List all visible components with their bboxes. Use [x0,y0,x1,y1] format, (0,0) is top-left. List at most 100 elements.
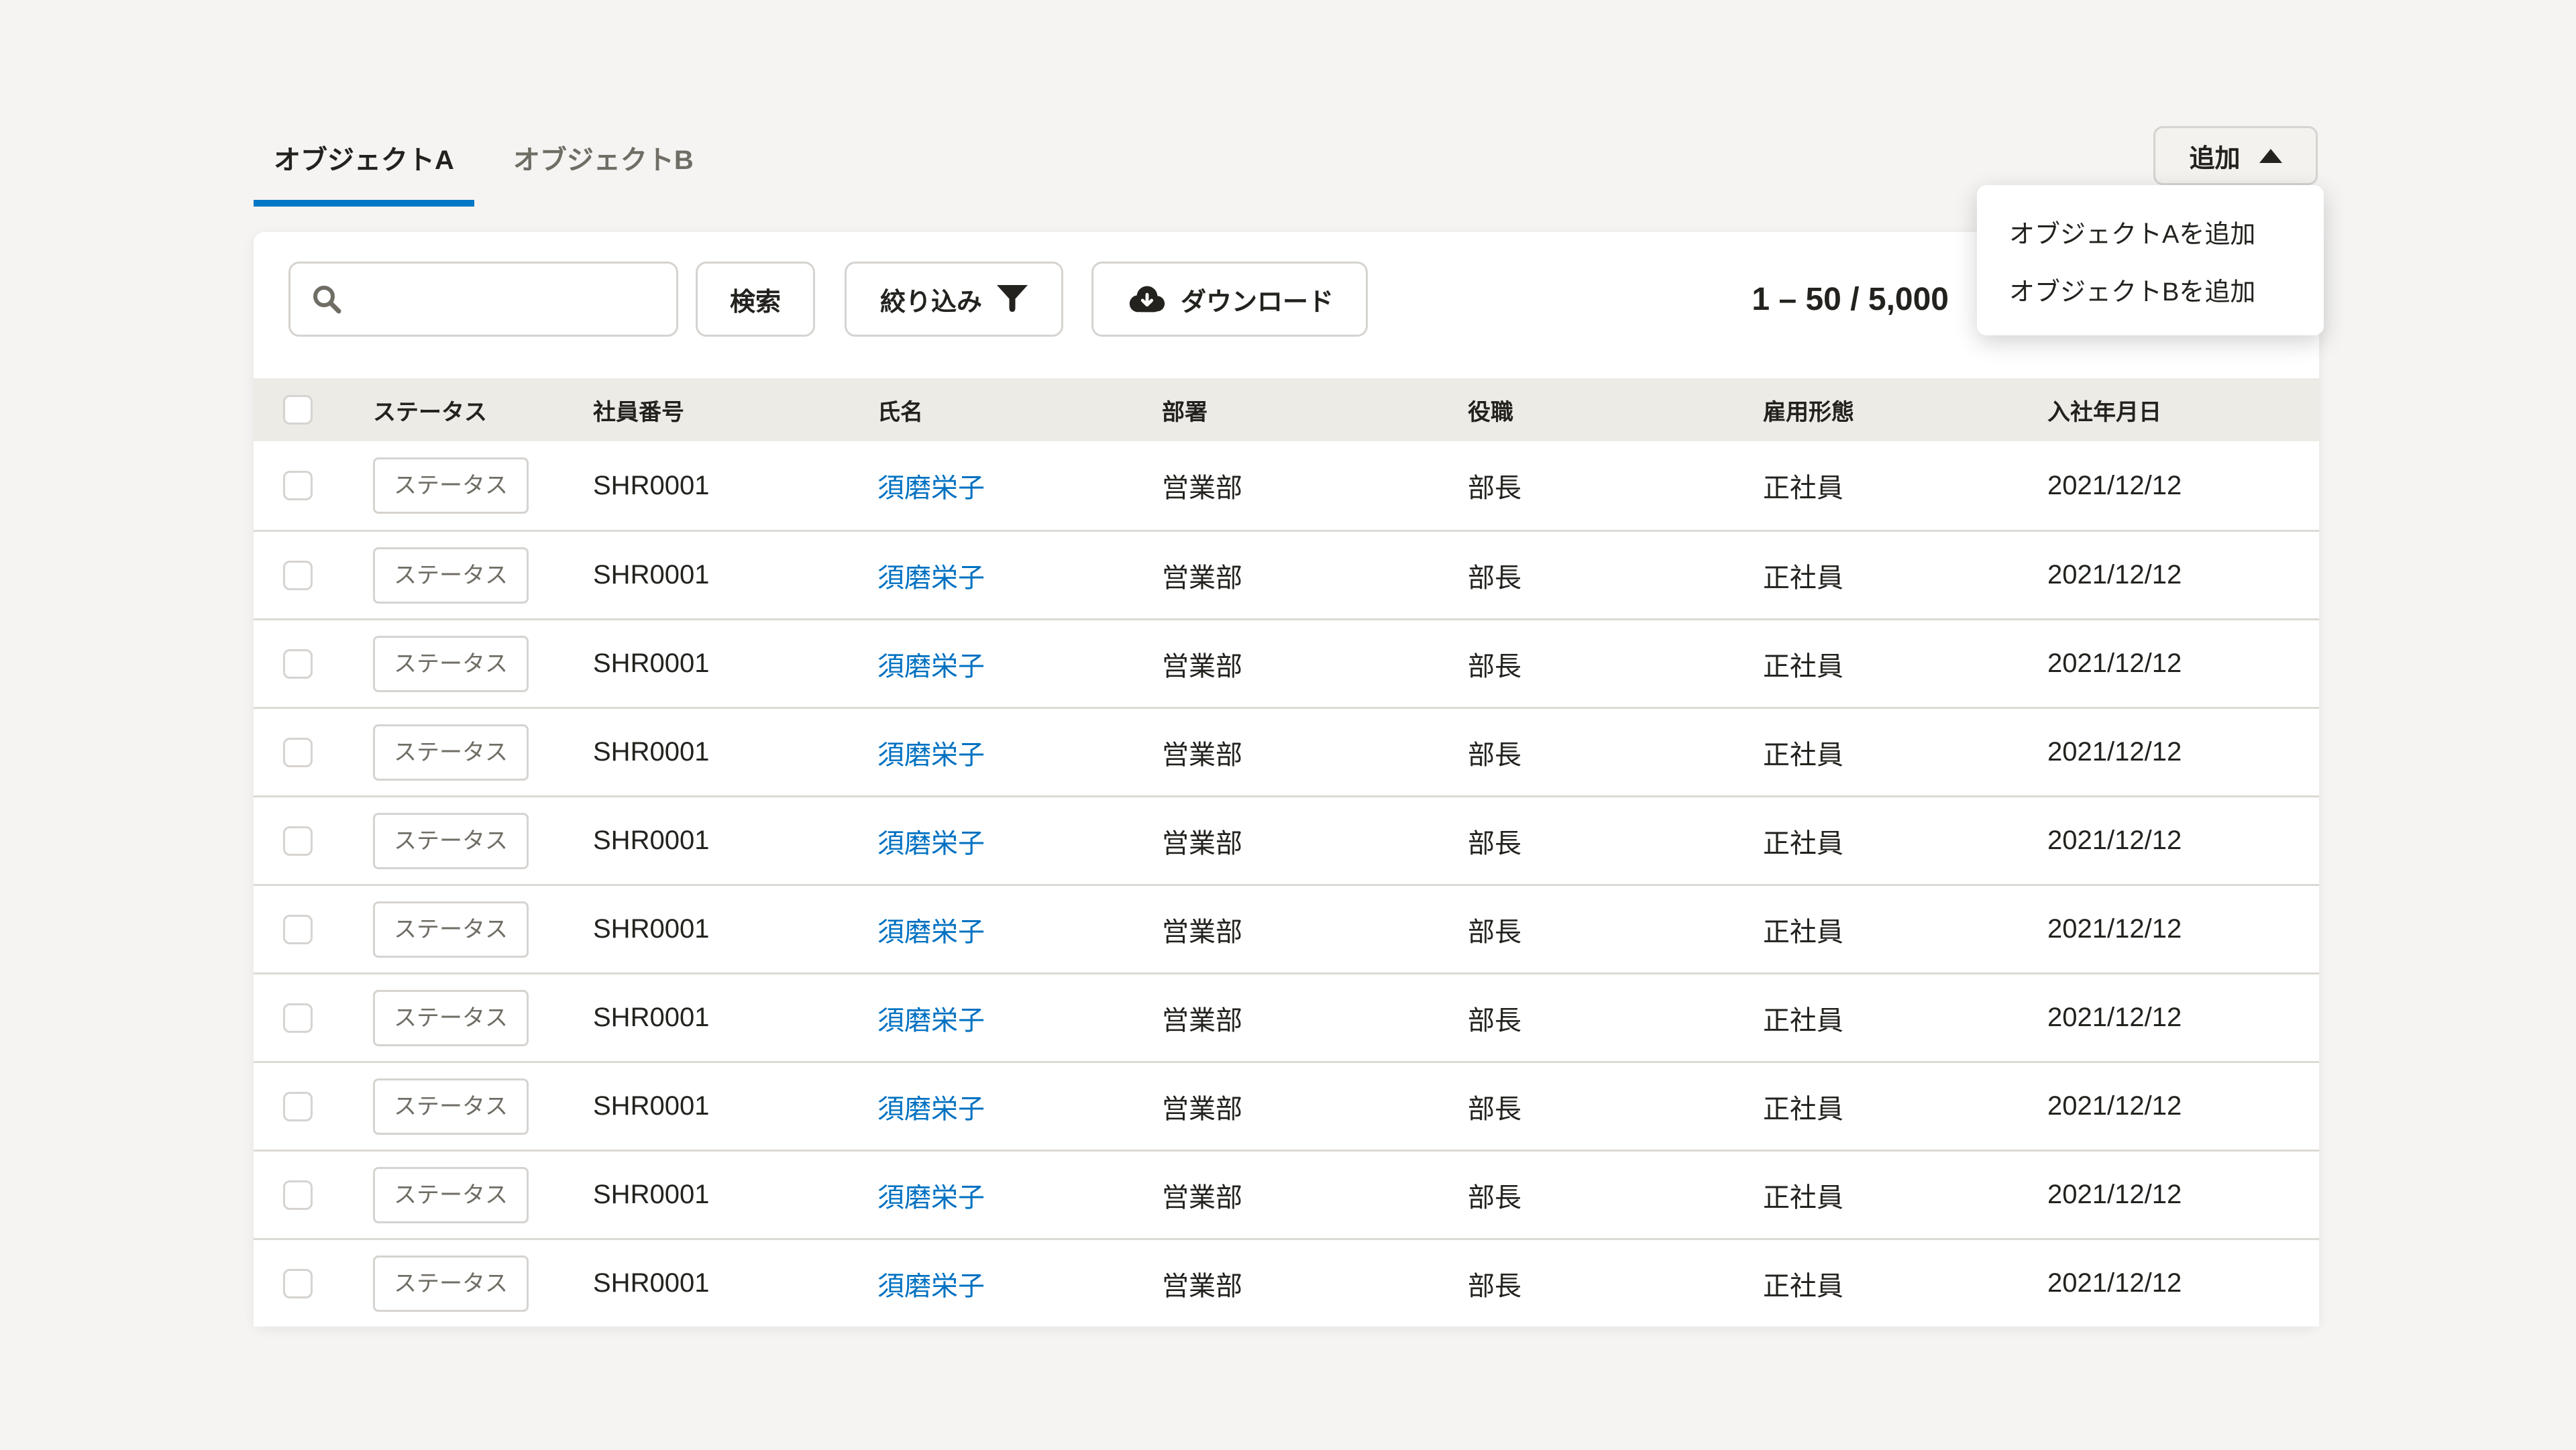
employee-name-link[interactable]: 須磨栄子 [877,910,985,949]
employee-id-cell: SHR0001 [568,737,852,767]
hire-date-cell: 2021/12/12 [2022,560,2319,590]
row-checkbox-cell [254,1269,347,1298]
name-cell: 須磨栄子 [852,1176,1136,1215]
name-cell: 須磨栄子 [852,1264,1136,1303]
add-button[interactable]: 追加 [2153,126,2318,185]
employee-id-cell: SHR0001 [568,560,852,590]
row-checkbox[interactable] [283,738,313,767]
employee-name-link[interactable]: 須磨栄子 [877,466,985,505]
status-cell: ステータス [347,547,568,604]
result-count: 1 – 50 / 5,000 [1752,281,1949,318]
row-checkbox[interactable] [283,561,313,590]
employee-name-link[interactable]: 須磨栄子 [877,1264,985,1303]
name-cell: 須磨栄子 [852,910,1136,949]
department-cell: 営業部 [1136,1176,1442,1215]
position-cell: 部長 [1442,999,1737,1038]
employee-name-link[interactable]: 須磨栄子 [877,999,985,1038]
employment-type-cell: 正社員 [1737,556,2022,595]
table-row: ステータス SHR0001 須磨栄子 営業部 部長 正社員 2021/12/12 [254,707,2319,795]
tab-object-a[interactable]: オブジェクトA [254,138,474,207]
employee-name-link[interactable]: 須磨栄子 [877,556,985,595]
employment-type-cell: 正社員 [1737,1087,2022,1126]
row-checkbox[interactable] [283,1092,313,1121]
row-checkbox[interactable] [283,1269,313,1298]
employee-name-link[interactable]: 須磨栄子 [877,645,985,683]
position-cell: 部長 [1442,466,1737,505]
employee-name-link[interactable]: 須磨栄子 [877,1087,985,1126]
search-input[interactable] [355,284,663,315]
table-row: ステータス SHR0001 須磨栄子 営業部 部長 正社員 2021/12/12 [254,618,2319,707]
status-badge: ステータス [373,636,529,692]
status-cell: ステータス [347,457,568,514]
table-body: ステータス SHR0001 須磨栄子 営業部 部長 正社員 2021/12/12… [254,441,2319,1327]
table-row: ステータス SHR0001 須磨栄子 営業部 部長 正社員 2021/12/12 [254,972,2319,1061]
column-header-department: 部署 [1136,394,1442,427]
department-cell: 営業部 [1136,466,1442,505]
status-badge: ステータス [373,1078,529,1135]
column-header-hire-date: 入社年月日 [2022,394,2319,427]
search-icon [311,283,343,315]
employment-type-cell: 正社員 [1737,910,2022,949]
row-checkbox-cell [254,1003,347,1033]
hire-date-cell: 2021/12/12 [2022,914,2319,944]
department-cell: 営業部 [1136,910,1442,949]
status-badge: ステータス [373,901,529,958]
position-cell: 部長 [1442,1087,1737,1126]
tab-object-b[interactable]: オブジェクトB [493,138,714,207]
row-checkbox-cell [254,561,347,590]
employee-name-link[interactable]: 須磨栄子 [877,733,985,772]
position-cell: 部長 [1442,645,1737,683]
search-box[interactable] [288,262,678,337]
name-cell: 須磨栄子 [852,466,1136,505]
content-card: 検索 絞り込み ダウンロード 1 – 50 / 5 [254,232,2319,1327]
position-cell: 部長 [1442,1176,1737,1215]
row-checkbox-cell [254,1180,347,1210]
employee-id-cell: SHR0001 [568,1268,852,1298]
employee-id-cell: SHR0001 [568,826,852,856]
filter-button[interactable]: 絞り込み [845,262,1063,337]
menu-item-add-object-a[interactable]: オブジェクトAを追加 [1977,203,2324,260]
name-cell: 須磨栄子 [852,733,1136,772]
name-cell: 須磨栄子 [852,556,1136,595]
menu-item-add-object-b[interactable]: オブジェクトBを追加 [1977,260,2324,318]
hire-date-cell: 2021/12/12 [2022,826,2319,856]
row-checkbox-cell [254,826,347,856]
row-checkbox[interactable] [283,915,313,944]
hire-date-cell: 2021/12/12 [2022,1003,2319,1033]
column-header-name: 氏名 [852,394,1136,427]
table-row: ステータス SHR0001 須磨栄子 営業部 部長 正社員 2021/12/12 [254,1061,2319,1150]
department-cell: 営業部 [1136,1087,1442,1126]
row-checkbox[interactable] [283,649,313,679]
status-badge: ステータス [373,547,529,604]
employee-name-link[interactable]: 須磨栄子 [877,1176,985,1215]
status-cell: ステータス [347,1256,568,1312]
select-all-checkbox[interactable] [283,395,313,425]
employment-type-cell: 正社員 [1737,1264,2022,1303]
table-row: ステータス SHR0001 須磨栄子 営業部 部長 正社員 2021/12/12 [254,441,2319,530]
table-header-row: ステータス 社員番号 氏名 部署 役職 雇用形態 入社年月日 [254,378,2319,441]
row-checkbox[interactable] [283,471,313,500]
employee-name-link[interactable]: 須磨栄子 [877,822,985,860]
column-header-status: ステータス [347,394,568,427]
cloud-download-icon [1126,283,1167,315]
download-button[interactable]: ダウンロード [1091,262,1368,337]
employee-id-cell: SHR0001 [568,649,852,679]
department-cell: 営業部 [1136,822,1442,860]
row-checkbox-cell [254,649,347,679]
position-cell: 部長 [1442,910,1737,949]
status-badge: ステータス [373,813,529,869]
add-dropdown-menu: オブジェクトAを追加 オブジェクトBを追加 [1977,185,2324,335]
position-cell: 部長 [1442,1264,1737,1303]
status-badge: ステータス [373,990,529,1046]
employment-type-cell: 正社員 [1737,733,2022,772]
row-checkbox[interactable] [283,826,313,856]
row-checkbox[interactable] [283,1003,313,1033]
employment-type-cell: 正社員 [1737,645,2022,683]
table-row: ステータス SHR0001 須磨栄子 営業部 部長 正社員 2021/12/12 [254,530,2319,618]
status-cell: ステータス [347,724,568,781]
row-checkbox[interactable] [283,1180,313,1210]
status-badge: ステータス [373,457,529,514]
department-cell: 営業部 [1136,733,1442,772]
search-button[interactable]: 検索 [696,262,815,337]
employee-id-cell: SHR0001 [568,914,852,944]
